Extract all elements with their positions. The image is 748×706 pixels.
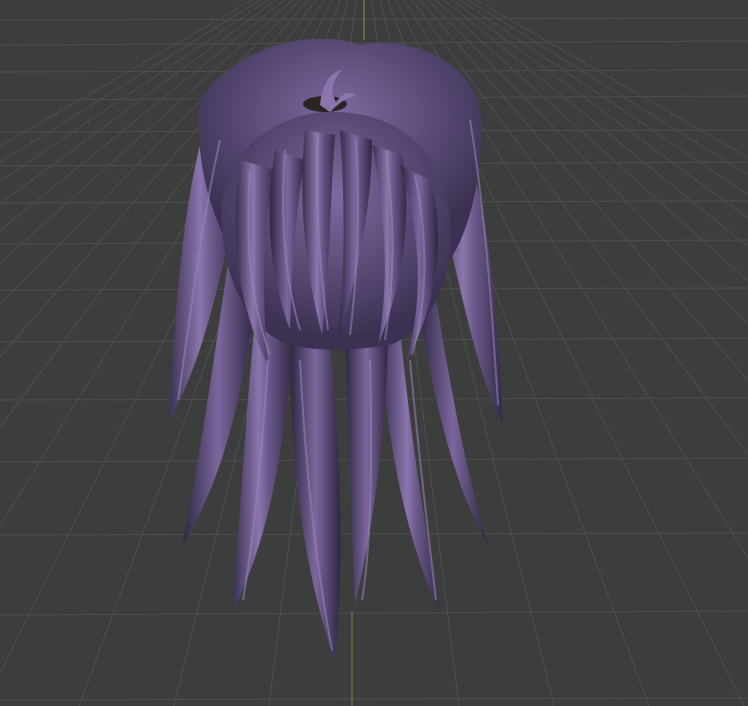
grid-line-depth xyxy=(467,0,748,176)
grid-line-horizontal xyxy=(0,532,748,536)
grid-line-horizontal xyxy=(0,697,748,701)
viewport-canvas[interactable] xyxy=(0,0,748,706)
grid-line-depth xyxy=(475,0,748,159)
grid-line-horizontal xyxy=(0,610,748,616)
hair-mesh[interactable] xyxy=(168,38,503,662)
grid-line-depth xyxy=(459,0,748,196)
3d-viewport[interactable] xyxy=(0,0,748,706)
